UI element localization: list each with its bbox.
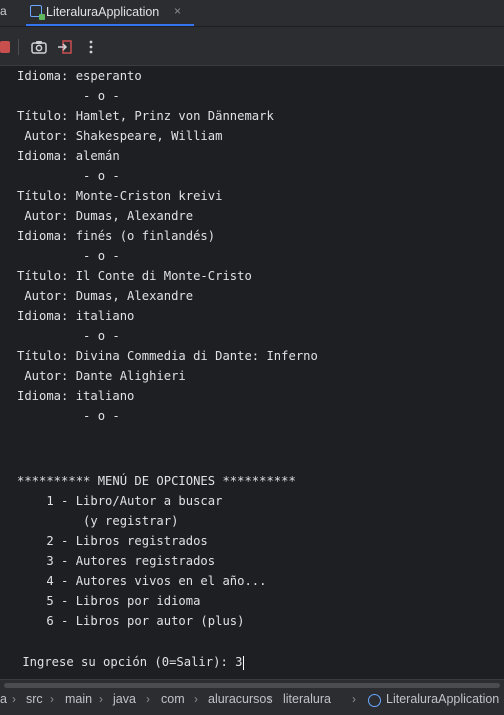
chevron-right-icon: › <box>99 692 103 706</box>
menu-option-4: 4 - Autores vivos en el año... <box>17 574 267 588</box>
scrollbar-thumb[interactable] <box>4 683 500 688</box>
more-icon[interactable] <box>82 38 100 56</box>
menu-option-6: 6 - Libros por autor (plus) <box>17 614 245 628</box>
menu-option-2: 2 - Libros registrados <box>17 534 208 548</box>
breadcrumb-item[interactable]: src <box>26 692 43 706</box>
breadcrumb-item[interactable]: main <box>65 692 92 706</box>
console-line: - o - <box>17 249 120 263</box>
console-input[interactable]: 3 <box>235 655 242 669</box>
navigation-bar: a › src › main › java › com › aluracurso… <box>0 679 504 715</box>
run-toolbar <box>0 27 504 66</box>
exit-icon[interactable] <box>56 38 74 56</box>
chevron-right-icon: › <box>268 692 272 706</box>
menu-option-1-sub: (y registrar) <box>17 514 179 528</box>
menu-option-5: 5 - Libros por idioma <box>17 594 201 608</box>
tab-fragment-left[interactable]: a <box>0 4 7 18</box>
console-prompt: Ingrese su opción (0=Salir): <box>15 655 236 669</box>
console-line: - o - <box>17 329 120 343</box>
breadcrumb-item[interactable]: LiteraluraApplication <box>386 692 499 706</box>
menu-option-3: 3 - Autores registrados <box>17 554 216 568</box>
stop-icon[interactable] <box>0 41 10 53</box>
menu-option-1: 1 - Libro/Autor a buscar <box>17 494 223 508</box>
console-line: Título: Monte-Criston kreivi <box>17 189 223 203</box>
console-line: Idioma: alemán <box>17 149 120 163</box>
chevron-right-icon: › <box>146 692 150 706</box>
console-line: - o - <box>17 89 120 103</box>
chevron-right-icon: › <box>50 692 54 706</box>
console-line: Título: Divina Commedia di Dante: Infern… <box>17 349 318 363</box>
breadcrumb-item[interactable]: a <box>0 692 7 706</box>
toolbar-divider <box>18 39 19 55</box>
chevron-right-icon: › <box>194 692 198 706</box>
console-line: - o - <box>17 409 120 423</box>
editor-tab-bar: a LiteraluraApplication × <box>0 0 504 27</box>
console-line: Autor: Dante Alighieri <box>17 369 186 383</box>
spring-app-icon <box>368 694 381 707</box>
breadcrumb-item[interactable]: java <box>113 692 136 706</box>
chevron-right-icon: › <box>352 692 356 706</box>
tab-label: LiteraluraApplication <box>46 5 160 19</box>
console-line: Título: Il Conte di Monte-Cristo <box>17 269 252 283</box>
console-output[interactable]: Idioma: esperanto - o - Título: Hamlet, … <box>0 66 504 679</box>
tab-literalura-application[interactable]: LiteraluraApplication × <box>26 0 194 26</box>
console-line: Título: Hamlet, Prinz von Dännemark <box>17 109 274 123</box>
horizontal-scrollbar[interactable] <box>0 682 504 688</box>
text-cursor <box>243 655 245 670</box>
console-line: - o - <box>17 169 120 183</box>
breadcrumb-item[interactable]: aluracursos <box>208 692 273 706</box>
chevron-right-icon: › <box>12 692 16 706</box>
console-line: Idioma: italiano <box>17 309 135 323</box>
console-line: Idioma: esperanto <box>17 69 142 83</box>
console-line: Autor: Shakespeare, William <box>17 129 223 143</box>
run-config-icon <box>30 5 45 20</box>
breadcrumb-item[interactable]: com <box>161 692 185 706</box>
console-line: Autor: Dumas, Alexandre <box>17 209 194 223</box>
breadcrumb-item[interactable]: literalura <box>283 692 331 706</box>
console-line: Idioma: finés (o finlandés) <box>17 229 216 243</box>
tab-close-button[interactable]: × <box>174 4 181 18</box>
console-prompt-line[interactable]: Ingrese su opción (0=Salir): 3 <box>15 652 245 672</box>
menu-heading: ********** MENÚ DE OPCIONES ********** <box>17 474 296 488</box>
camera-icon[interactable] <box>30 38 48 56</box>
console-line: Autor: Dumas, Alexandre <box>17 289 194 303</box>
console-line: Idioma: italiano <box>17 389 135 403</box>
